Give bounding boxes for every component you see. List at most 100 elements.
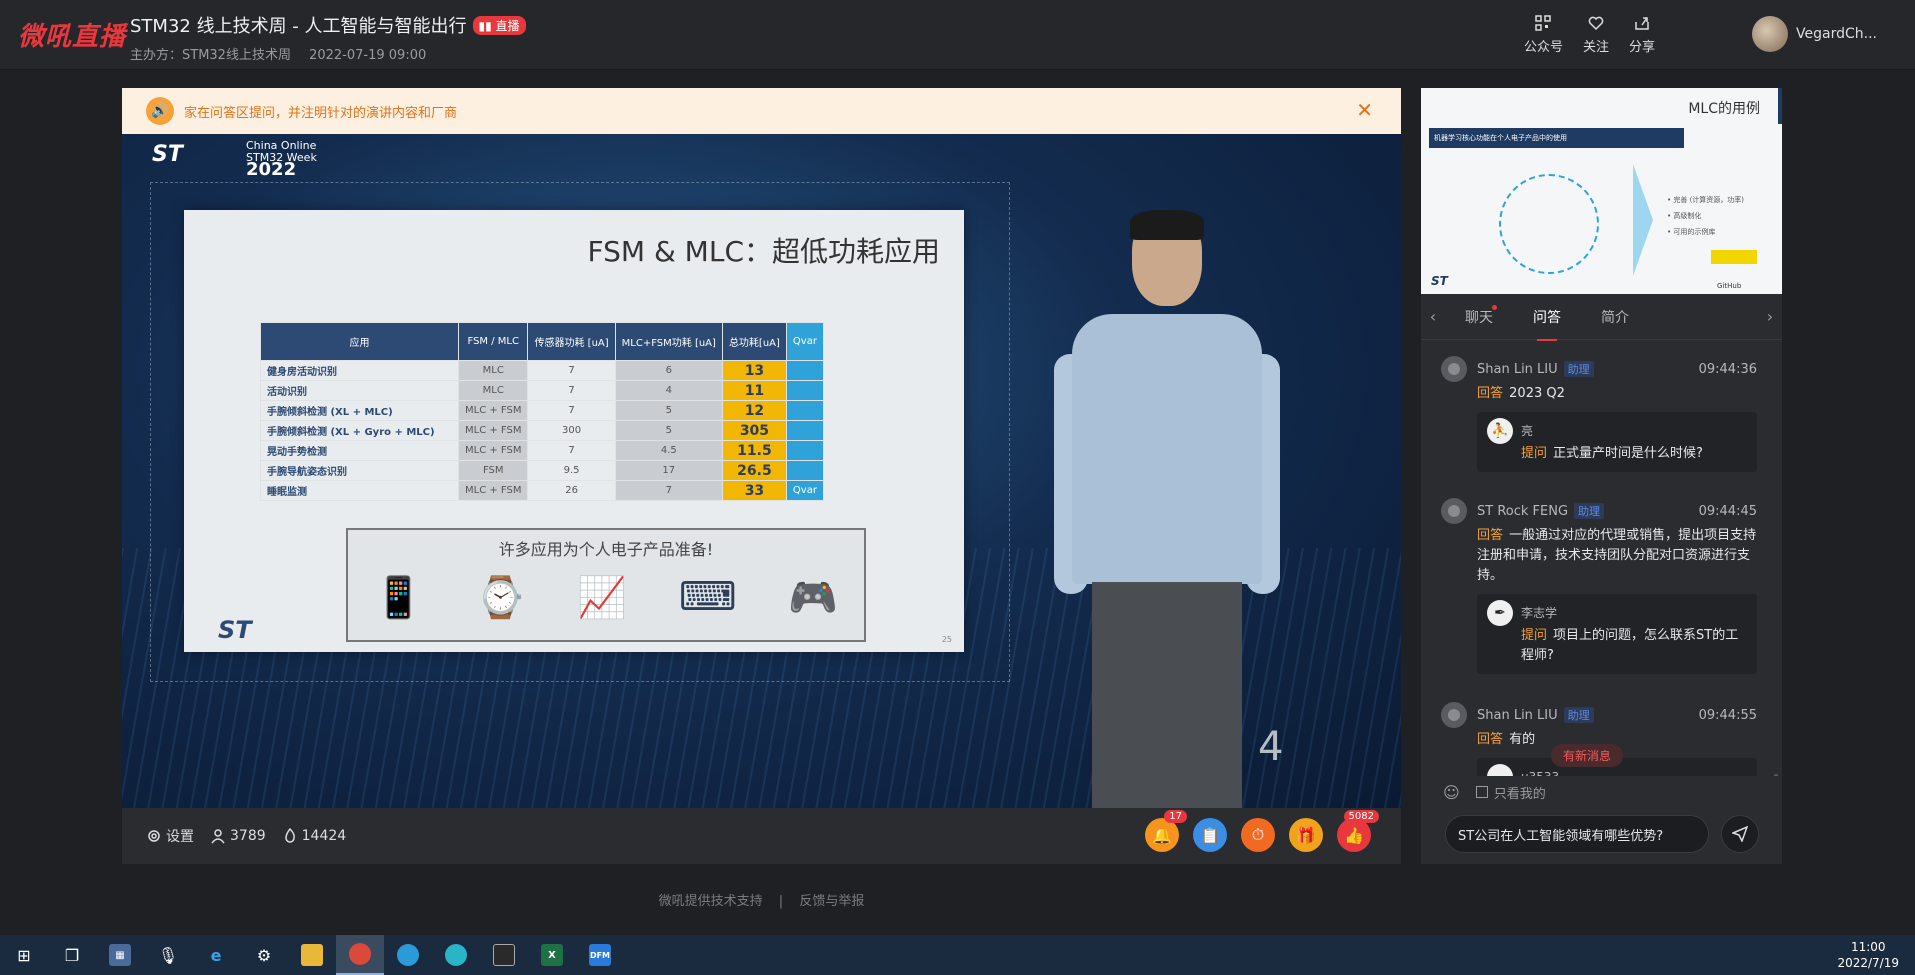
notification-button[interactable]: 🔔 17 — [1145, 810, 1187, 852]
folder-icon[interactable] — [288, 935, 336, 975]
avatar — [1752, 16, 1789, 52]
table-cell: 9.5 — [527, 460, 616, 481]
video-stream[interactable]: ST China Online STM32 Week 2022 FSM & ML… — [122, 134, 1401, 808]
preview-list: • 完善 (计算资源，功率) • 高级制化 • 可用的示例库 — [1667, 192, 1744, 240]
tab-chat-label: 聊天 — [1465, 309, 1493, 326]
table-cell: 26 — [527, 480, 616, 501]
settings-icon[interactable]: ⚙ — [240, 935, 288, 975]
question-box: ⛹ 亮 提问 正式量产时间是什么时候? — [1477, 412, 1757, 472]
heat-count-value: 14424 — [301, 828, 347, 844]
emoji-icon[interactable]: ☺ — [1443, 783, 1460, 802]
table-cell: 4.5 — [614, 440, 723, 461]
table-row: 睡眠监测 MLC + FSM 26 7 33 Qvar — [260, 480, 824, 501]
share-button[interactable]: 分享 — [1629, 14, 1655, 55]
presenter-hair — [1130, 210, 1204, 240]
question-text: 提问 正式量产时间是什么时候? — [1521, 444, 1747, 464]
recorder-icon[interactable]: 🎙 — [144, 935, 192, 975]
tab-chat[interactable]: 聊天 — [1445, 304, 1513, 327]
tab-qa[interactable]: 问答 — [1513, 307, 1581, 341]
table-cell: 300 — [527, 420, 616, 441]
excel-icon[interactable]: X — [528, 935, 576, 975]
table-cell: 7 — [527, 360, 616, 381]
task-view-icon[interactable]: ❐ — [48, 935, 96, 975]
question-tag: 提问 — [1521, 628, 1548, 643]
table-cell: 11.5 — [721, 440, 787, 461]
table-cell: 11 — [721, 380, 787, 401]
dfm-icon[interactable]: DFM — [576, 935, 624, 975]
compose-options: ☺ 只看我的 — [1421, 780, 1782, 804]
table-row: 晃动手势检测 MLC + FSM 7 4.5 11.5 — [260, 440, 824, 461]
system-clock[interactable]: 11:00 2022/7/19 — [1837, 939, 1899, 971]
send-button[interactable] — [1721, 815, 1759, 853]
gift-button[interactable]: 🎁 — [1289, 818, 1323, 852]
preview-list-item: • 可用的示例库 — [1667, 228, 1716, 236]
answer-tag: 回答 — [1477, 732, 1504, 747]
settings-button[interactable]: 设置 — [146, 826, 194, 846]
slide-page-number: 25 — [941, 635, 952, 644]
list-item: ST Rock FENG 助理 09:44:45 回答 一般通过对应的代理或销售… — [1441, 498, 1757, 674]
gamepad-icon: 🎮 — [788, 575, 839, 621]
clock-time: 11:00 — [1850, 940, 1886, 954]
share-icon — [1635, 17, 1649, 30]
table-cell: 5 — [614, 420, 723, 441]
question-input[interactable] — [1458, 826, 1696, 842]
answer-header: ST Rock FENG 助理 09:44:45 — [1441, 498, 1757, 524]
answer-text: 回答 一般通过对应的代理或销售，提出项目支持注册和申请，技术支持团队分配对口资源… — [1477, 526, 1757, 586]
st-logo: ST — [152, 142, 183, 167]
user-menu[interactable]: VegardCh... — [1752, 16, 1877, 52]
chrome-icon[interactable] — [336, 935, 384, 975]
follow-button[interactable]: 关注 — [1583, 14, 1609, 55]
table-cell: MLC + FSM — [457, 400, 529, 421]
table-row: 手腕倾斜检测 (XL + Gyro + MLC) MLC + FSM 300 5… — [260, 420, 824, 441]
table-cell: MLC + FSM — [457, 420, 529, 441]
tab-intro-label: 简介 — [1601, 309, 1629, 326]
new-message-pill[interactable]: 有新消息 — [1551, 744, 1624, 767]
calculator-icon[interactable]: ▦ — [96, 935, 144, 975]
event-date: 2022-07-19 09:00 — [309, 48, 427, 63]
question-user: ⛹ 亮 — [1487, 418, 1747, 444]
scrollbar[interactable] — [1774, 774, 1778, 776]
list-item: Shan Lin LIU 助理 09:44:36 回答 2023 Q2 ⛹ 亮 提… — [1441, 356, 1757, 472]
official-account-button[interactable]: 公众号 — [1524, 14, 1563, 55]
side-tabs: ‹ 聊天 问答 简介 › — [1421, 294, 1782, 341]
tech-support-link[interactable]: 微吼提供技术支持 — [659, 894, 763, 909]
devices-box-title: 许多应用为个人电子产品准备! — [498, 540, 714, 559]
signin-button[interactable]: 📋 — [1193, 818, 1227, 852]
app-icon[interactable] — [432, 935, 480, 975]
live-badge-label: 直播 — [495, 18, 520, 33]
preview-highlight — [1711, 250, 1757, 264]
start-icon[interactable]: ⊞ — [0, 935, 48, 975]
only-mine-checkbox[interactable] — [1475, 786, 1488, 798]
brand-logo[interactable]: 微吼直播 — [18, 16, 126, 53]
table-cell: 6 — [614, 360, 723, 381]
slide-preview[interactable]: MLC的用例 机器学习核心功能在个人电子产品中的使用 • 完善 (计算资源，功率… — [1421, 88, 1782, 294]
question-content: 正式量产时间是什么时候? — [1553, 446, 1703, 461]
asker-name: 李志学 — [1521, 606, 1558, 620]
pdf-icon[interactable] — [480, 935, 528, 975]
presentation-slide: FSM & MLC：超低功耗应用 应用 FSM / MLC 传感器功耗 [uA]… — [184, 210, 964, 652]
ie-icon[interactable]: e — [192, 935, 240, 975]
chevron-right-icon[interactable]: › — [1758, 307, 1782, 326]
table-cell: 手腕倾斜检测 (XL + Gyro + MLC) — [260, 420, 459, 441]
answer-time: 09:44:45 — [1698, 503, 1757, 519]
event-info: STM32 线上技术周 - 人工智能与智能出行 ▮▮ 直播 主办方：STM32线… — [130, 12, 526, 63]
qa-list[interactable]: Shan Lin LIU 助理 09:44:36 回答 2023 Q2 ⛹ 亮 提… — [1421, 340, 1782, 776]
question-user: u3533 — [1487, 764, 1747, 776]
official-account-label: 公众号 — [1523, 40, 1563, 55]
report-link[interactable]: 反馈与举报 — [799, 894, 864, 909]
timer-button[interactable]: ⏱ — [1241, 818, 1275, 852]
table-cell — [785, 460, 824, 481]
edge-icon[interactable] — [384, 935, 432, 975]
table-row: 活动识别 MLC 7 4 11 — [260, 380, 824, 401]
tab-intro[interactable]: 简介 — [1581, 307, 1649, 327]
preview-accent — [1778, 88, 1782, 124]
arrow-icon — [1633, 164, 1653, 276]
answerer-name: Shan Lin LIU — [1477, 361, 1558, 377]
table-cell: 健身房活动识别 — [260, 360, 459, 381]
table-cell: MLC — [457, 380, 529, 401]
like-button[interactable]: 👍 5082 — [1337, 810, 1379, 852]
close-icon[interactable]: ✕ — [1356, 100, 1373, 120]
table-cell: MLC + FSM — [457, 440, 529, 461]
preview-heading: 机器学习核心功能在个人电子产品中的使用 — [1429, 128, 1684, 148]
chevron-left-icon[interactable]: ‹ — [1421, 307, 1445, 326]
